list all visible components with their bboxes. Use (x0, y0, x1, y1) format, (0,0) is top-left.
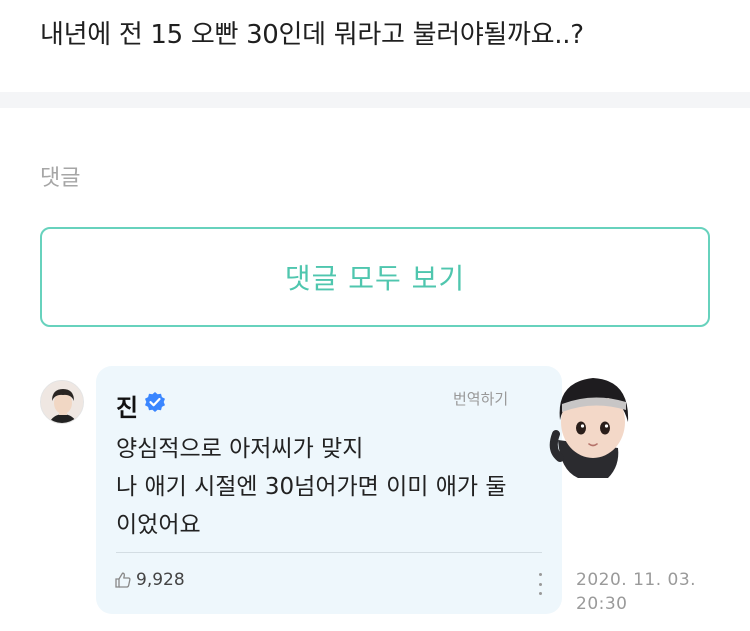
comment-line: 이었어요 (116, 512, 201, 538)
like-count: 9,928 (136, 570, 185, 590)
comment-bubble: 진 번역하기 양심적으로 아저씨가 맞지 나 애기 시절엔 30넘어가면 이미 … (96, 366, 562, 614)
thumbs-up-icon (115, 572, 131, 588)
comments-section-label: 댓글 (40, 166, 81, 191)
translate-button[interactable]: 번역하기 (453, 388, 508, 409)
comment-time: 20:30 (576, 594, 628, 614)
comment-divider (116, 552, 542, 553)
section-divider (0, 92, 750, 108)
comment-author-name[interactable]: 진 (116, 388, 138, 423)
post-title: 내년에 전 15 오빤 30인데 뭐라고 불러야될까요..? (40, 20, 584, 50)
character-sticker (549, 378, 629, 478)
comment-timestamp: 2020. 11. 03. 20:30 (576, 568, 696, 616)
comment-line: 나 애기 시절엔 30넘어가면 이미 애가 둘 (116, 474, 507, 500)
post-comments-screen: 내년에 전 15 오빤 30인데 뭐라고 불러야될까요..? 댓글 댓글 모두 … (0, 0, 750, 631)
verified-badge-icon (145, 392, 165, 412)
comment-date: 2020. 11. 03. (576, 570, 697, 590)
comment-body: 양심적으로 아저씨가 맞지 나 애기 시절엔 30넘어가면 이미 애가 둘 이었… (116, 430, 546, 544)
view-all-comments-button[interactable]: 댓글 모두 보기 (40, 227, 710, 327)
like-button[interactable]: 9,928 (114, 570, 185, 590)
avatar-image (41, 381, 83, 423)
more-vertical-icon[interactable] (530, 573, 550, 595)
avatar[interactable] (40, 380, 84, 424)
comment-line: 양심적으로 아저씨가 맞지 (116, 436, 364, 462)
